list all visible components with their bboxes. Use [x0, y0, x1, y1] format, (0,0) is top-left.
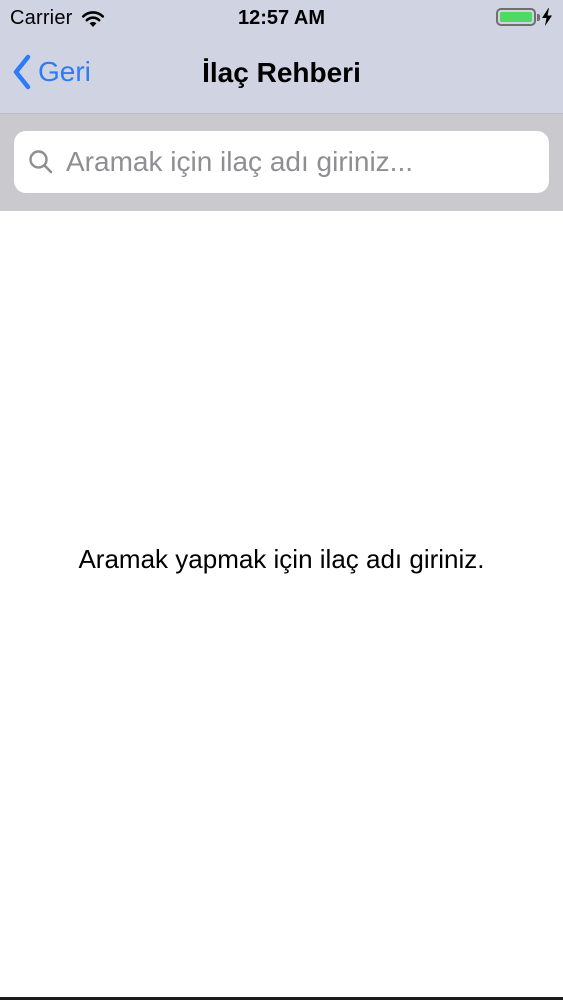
search-icon [28, 149, 54, 175]
search-bar [0, 114, 563, 211]
results-area: Aramak yapmak için ilaç adı giriniz. [0, 211, 563, 997]
battery-fill [500, 12, 532, 22]
charging-bolt-icon [541, 8, 553, 26]
search-field[interactable] [14, 131, 549, 193]
battery-icon [496, 8, 540, 26]
status-time: 12:57 AM [237, 7, 326, 29]
navigation-bar: Geri İlaç Rehberi [0, 40, 563, 113]
empty-state-message: Aramak yapmak için ilaç adı giriniz. [78, 544, 485, 574]
top-bar: Carrier 12:57 AM Geri İlaç Rehberi [0, 0, 563, 114]
page-title: İlaç Rehberi [202, 57, 361, 88]
status-bar: Carrier 12:57 AM [0, 0, 563, 40]
battery-group [496, 8, 553, 26]
search-input[interactable] [66, 146, 516, 178]
